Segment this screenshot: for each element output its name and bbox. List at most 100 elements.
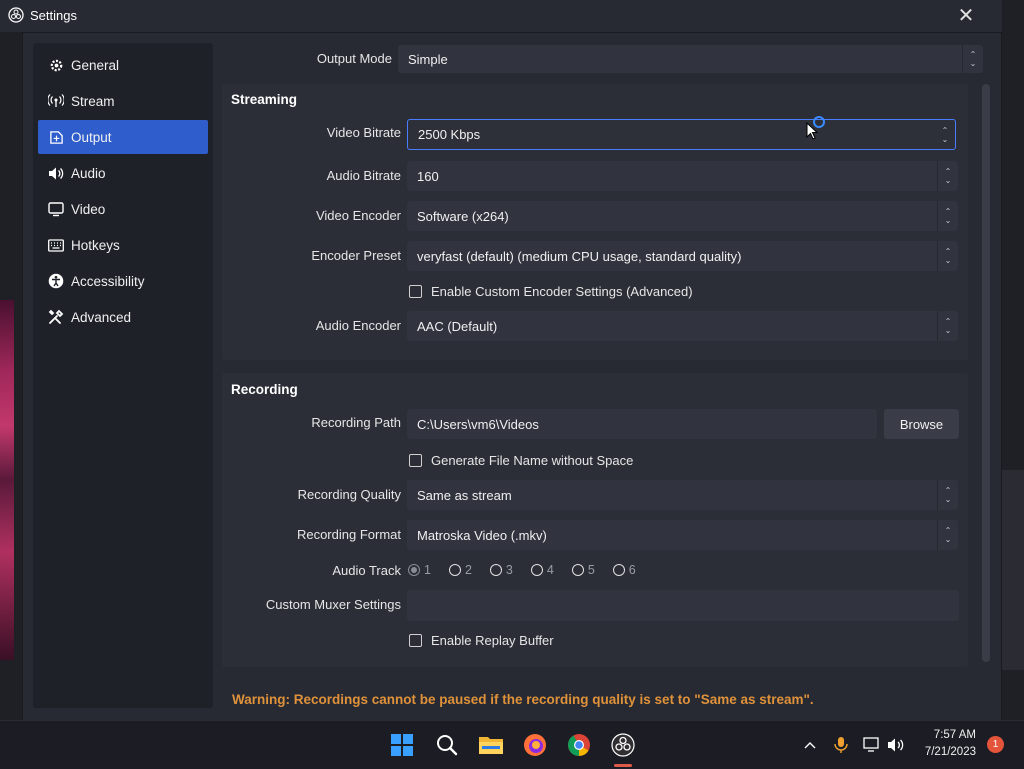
- recording-quality-label: Recording Quality: [297, 487, 401, 502]
- spinner-icon[interactable]: ⌃ ⌄: [935, 120, 955, 149]
- radio-button[interactable]: [530, 564, 543, 576]
- video-encoder-select[interactable]: Software (x264) ⌃ ⌄: [407, 201, 958, 231]
- radio-button[interactable]: [489, 564, 502, 576]
- encoder-preset-label: Encoder Preset: [311, 248, 401, 263]
- recording-format-select[interactable]: Matroska Video (.mkv) ⌃ ⌄: [407, 520, 958, 550]
- video-encoder-label: Video Encoder: [315, 208, 401, 223]
- video-encoder-value: Software (x264): [417, 208, 509, 224]
- speaker-icon: [48, 165, 64, 181]
- checkbox-box[interactable]: [409, 634, 422, 647]
- sidebar-item-advanced[interactable]: Advanced: [38, 300, 208, 334]
- clock-date[interactable]: 7/21/2023: [912, 746, 976, 758]
- audio-track-number: 6: [628, 563, 636, 577]
- audio-track-number: 4: [546, 563, 554, 577]
- search-icon[interactable]: [433, 731, 461, 759]
- audio-track-number: 5: [587, 563, 595, 577]
- obs-taskbar-icon[interactable]: [609, 731, 637, 759]
- audio-track-radio[interactable]: 5: [571, 563, 595, 577]
- recording-format-label: Recording Format: [296, 527, 401, 542]
- audio-track-number: 1: [424, 563, 431, 577]
- windows-start-icon[interactable]: [388, 731, 416, 759]
- chevron-updown-icon: ⌃ ⌄: [937, 201, 958, 231]
- audio-track-radio[interactable]: 6: [612, 563, 636, 577]
- sidebar-item-audio[interactable]: Audio: [38, 156, 208, 190]
- tools-icon: [48, 309, 64, 325]
- audio-encoder-value: AAC (Default): [417, 318, 498, 334]
- window-title: Settings: [30, 8, 77, 23]
- sidebar-item-general[interactable]: General: [38, 48, 208, 82]
- monitor-icon: [48, 201, 64, 217]
- encoder-preset-select[interactable]: veryfast (default) (medium CPU usage, st…: [407, 241, 958, 271]
- firefox-icon[interactable]: [521, 731, 549, 759]
- sidebar-item-label: Advanced: [71, 309, 132, 325]
- close-icon[interactable]: ✕: [954, 4, 978, 28]
- active-app-indicator: [614, 764, 632, 767]
- checkbox-box[interactable]: [409, 285, 422, 298]
- warning-text: Warning: Recordings cannot be paused if …: [232, 692, 814, 707]
- output-mode-select[interactable]: Simple ⌃ ⌄: [398, 45, 983, 73]
- audio-track-number: 2: [464, 563, 472, 577]
- audio-track-radio[interactable]: 3: [489, 563, 513, 577]
- radio-button[interactable]: [408, 564, 420, 576]
- sidebar-item-video[interactable]: Video: [38, 192, 208, 226]
- recording-path-input[interactable]: C:\Users\vm6\Videos: [407, 409, 877, 439]
- chevron-updown-icon: ⌃ ⌄: [937, 520, 958, 550]
- audio-bitrate-value: 160: [417, 168, 439, 184]
- audio-track-radio[interactable]: 1: [408, 563, 431, 577]
- radio-button[interactable]: [448, 564, 461, 576]
- recording-quality-select[interactable]: Same as stream ⌃ ⌄: [407, 480, 958, 510]
- replay-buffer-checkbox[interactable]: Enable Replay Buffer: [409, 633, 554, 648]
- obs-logo-icon: [8, 7, 24, 23]
- no-space-checkbox[interactable]: Generate File Name without Space: [409, 453, 633, 468]
- chevron-updown-icon: ⌃ ⌄: [962, 45, 983, 73]
- accessibility-icon: [48, 273, 64, 289]
- audio-bitrate-select[interactable]: 160 ⌃ ⌄: [407, 161, 958, 191]
- recording-path-label: Recording Path: [311, 415, 401, 430]
- taskbar: 7:57 AM 7/21/2023 1: [0, 720, 1024, 769]
- sidebar-item-accessibility[interactable]: Accessibility: [38, 264, 208, 298]
- file-explorer-icon[interactable]: [477, 731, 505, 759]
- audio-track-number: 3: [505, 563, 513, 577]
- gear-icon: [48, 57, 64, 73]
- background-panel: [1000, 470, 1024, 670]
- chrome-icon[interactable]: [565, 731, 593, 759]
- streaming-title: Streaming: [231, 92, 298, 107]
- video-bitrate-input[interactable]: 2500 Kbps ⌃ ⌄: [407, 119, 956, 150]
- sidebar-item-hotkeys[interactable]: Hotkeys: [38, 228, 208, 262]
- radio-button[interactable]: [612, 564, 625, 576]
- checkbox-box[interactable]: [409, 454, 422, 467]
- chevron-up-icon[interactable]: [796, 731, 824, 759]
- no-space-label: Generate File Name without Space: [431, 453, 634, 468]
- output-mode-label: Output Mode: [316, 51, 392, 66]
- volume-icon[interactable]: [882, 731, 910, 759]
- sidebar-item-label: Stream: [71, 93, 115, 109]
- sidebar-item-stream[interactable]: Stream: [38, 84, 208, 118]
- sidebar-item-label: Audio: [71, 165, 106, 181]
- audio-bitrate-label: Audio Bitrate: [326, 168, 401, 183]
- chevron-updown-icon: ⌃ ⌄: [937, 480, 958, 510]
- muxer-input[interactable]: [407, 590, 959, 621]
- output-icon: [48, 129, 64, 145]
- audio-track-radio[interactable]: 2: [448, 563, 472, 577]
- recording-quality-value: Same as stream: [417, 487, 512, 503]
- title-bar: Settings ✕: [0, 0, 1002, 32]
- video-bitrate-value: 2500 Kbps: [418, 127, 481, 142]
- microphone-icon[interactable]: [827, 731, 855, 759]
- sidebar-item-label: Accessibility: [71, 273, 145, 289]
- chevron-updown-icon: ⌃ ⌄: [937, 241, 958, 271]
- clock-time[interactable]: 7:57 AM: [912, 729, 976, 741]
- radio-button[interactable]: [571, 564, 584, 576]
- antenna-icon: [48, 93, 64, 109]
- audio-track-label: Audio Track: [332, 563, 401, 578]
- custom-encoder-checkbox[interactable]: Enable Custom Encoder Settings (Advanced…: [409, 284, 693, 299]
- audio-encoder-select[interactable]: AAC (Default) ⌃ ⌄: [407, 311, 958, 341]
- browse-button[interactable]: Browse: [884, 409, 959, 439]
- notification-badge[interactable]: 1: [987, 736, 1004, 753]
- keyboard-icon: [48, 237, 64, 253]
- recording-path-value: C:\Users\vm6\Videos: [417, 416, 539, 432]
- recording-format-value: Matroska Video (.mkv): [417, 527, 547, 543]
- sidebar-item-output[interactable]: Output: [38, 120, 208, 154]
- audio-encoder-label: Audio Encoder: [315, 318, 401, 333]
- audio-track-radio[interactable]: 4: [530, 563, 554, 577]
- scrollbar[interactable]: [982, 84, 990, 662]
